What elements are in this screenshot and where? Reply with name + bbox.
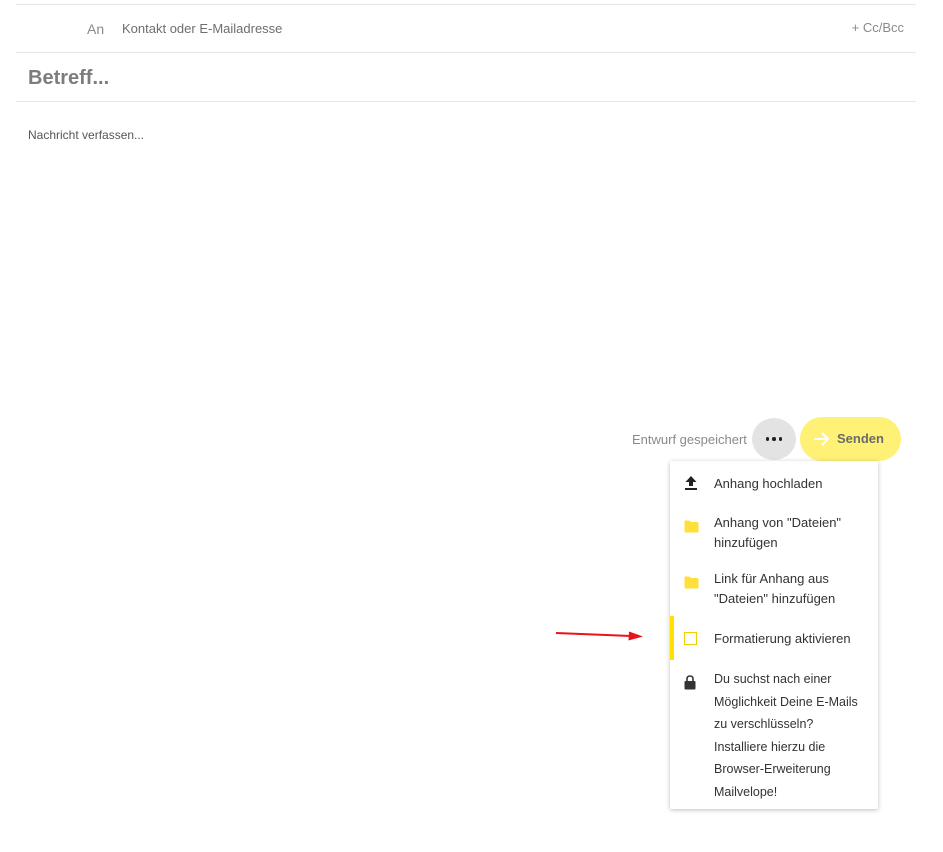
lock-icon [684, 675, 696, 690]
active-indicator [670, 616, 674, 660]
message-body-input[interactable] [28, 128, 898, 398]
menu-item-upload-attachment[interactable]: Anhang hochladen [670, 471, 878, 515]
menu-item-link-from-files[interactable]: Link für Anhang aus "Dateien" hinzufügen [670, 567, 878, 617]
menu-item-label: Du suchst nach einer Möglichkeit Deine E… [714, 672, 858, 799]
compose-page: An + Cc/Bcc Entwurf gespeichert Senden A… [0, 0, 943, 852]
options-menu: Anhang hochladen Anhang von "Dateien" hi… [670, 461, 878, 809]
menu-item-label: Anhang von "Dateien" hinzufügen [714, 515, 842, 550]
recipient-divider [16, 52, 916, 53]
folder-icon [684, 520, 699, 533]
menu-item-enable-formatting[interactable]: Formatierung aktivieren [670, 616, 878, 660]
subject-input[interactable] [28, 63, 888, 93]
menu-item-label: Formatierung aktivieren [714, 631, 851, 646]
annotation-arrow-icon [555, 631, 643, 641]
send-label: Senden [837, 431, 884, 446]
menu-item-encryption-hint[interactable]: Du suchst nach einer Möglichkeit Deine E… [670, 666, 878, 806]
to-label: An [87, 21, 105, 37]
menu-item-label: Link für Anhang aus "Dateien" hinzufügen [714, 571, 836, 606]
formatting-checkbox[interactable] [684, 632, 697, 645]
arrow-right-icon [814, 432, 829, 446]
recipient-row: An + Cc/Bcc [16, 5, 916, 52]
recipient-input[interactable] [122, 17, 722, 39]
send-button[interactable]: Senden [800, 417, 901, 461]
menu-item-attach-from-files[interactable]: Anhang von "Dateien" hinzufügen [670, 511, 878, 561]
upload-icon [685, 476, 697, 490]
folder-icon [684, 576, 699, 589]
cc-bcc-link[interactable]: + Cc/Bcc [852, 20, 904, 35]
draft-status: Entwurf gespeichert [632, 432, 747, 447]
more-options-button[interactable] [752, 418, 796, 460]
menu-item-label: Anhang hochladen [714, 476, 823, 491]
subject-divider [16, 101, 916, 102]
more-dots-icon [765, 437, 783, 441]
